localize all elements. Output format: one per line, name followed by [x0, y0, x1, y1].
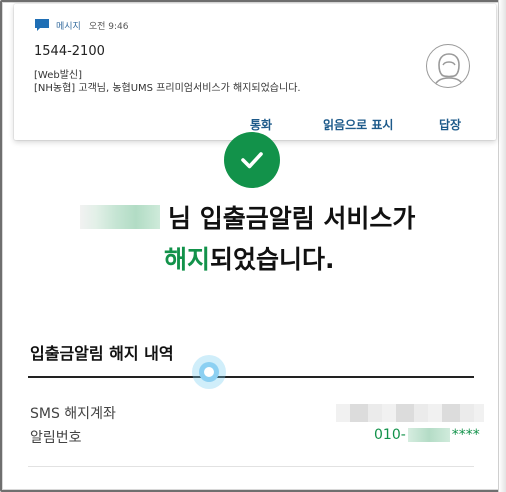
phone-number: 010- **** — [374, 427, 480, 443]
notification-app-name: 메시지 — [56, 21, 81, 32]
notification-card[interactable]: 메시지 오전 9:46 1544-2100 [Web발신] [NH농협] 고객님… — [14, 4, 496, 140]
message-bubble-icon — [35, 19, 49, 31]
bottom-divider — [28, 466, 474, 467]
call-button[interactable]: 통화 — [250, 116, 272, 133]
phone-prefix: 010- — [374, 427, 406, 443]
check-icon — [241, 152, 263, 169]
section-divider — [28, 376, 474, 378]
mark-read-button[interactable]: 읽음으로 표시 — [323, 116, 393, 133]
person-avatar-icon — [426, 44, 470, 88]
phone-suffix: **** — [451, 427, 480, 443]
window-edge — [498, 0, 506, 492]
account-label: SMS 해지계좌 — [30, 406, 116, 422]
reply-button[interactable]: 답장 — [439, 116, 461, 133]
section-title: 입출금알림 해지 내역 — [30, 344, 174, 363]
result-title-text: 님 입출금알림 서비스가 — [168, 204, 416, 233]
masked-customer-name — [80, 205, 160, 229]
notification-text-line2: [NH농협] 고객님, 농협UMS 프리미엄서비스가 해지되었습니다. — [34, 83, 301, 94]
masked-phone-middle — [407, 428, 450, 442]
touch-indicator — [192, 355, 226, 389]
result-title-line2: 해지되었습니다. — [164, 240, 335, 274]
result-title-highlight: 해지 — [164, 245, 211, 274]
masked-account-number — [336, 404, 484, 422]
result-title-line1: 님 입출금알림 서비스가 — [80, 200, 440, 234]
notification-sender: 1544-2100 — [34, 44, 105, 59]
notification-time: 오전 9:46 — [88, 21, 129, 32]
phone-label: 알림번호 — [30, 430, 82, 446]
result-title-rest: 되었습니다. — [210, 245, 335, 274]
success-check-badge — [224, 132, 280, 188]
notification-header: 메시지 오전 9:46 — [34, 18, 128, 32]
